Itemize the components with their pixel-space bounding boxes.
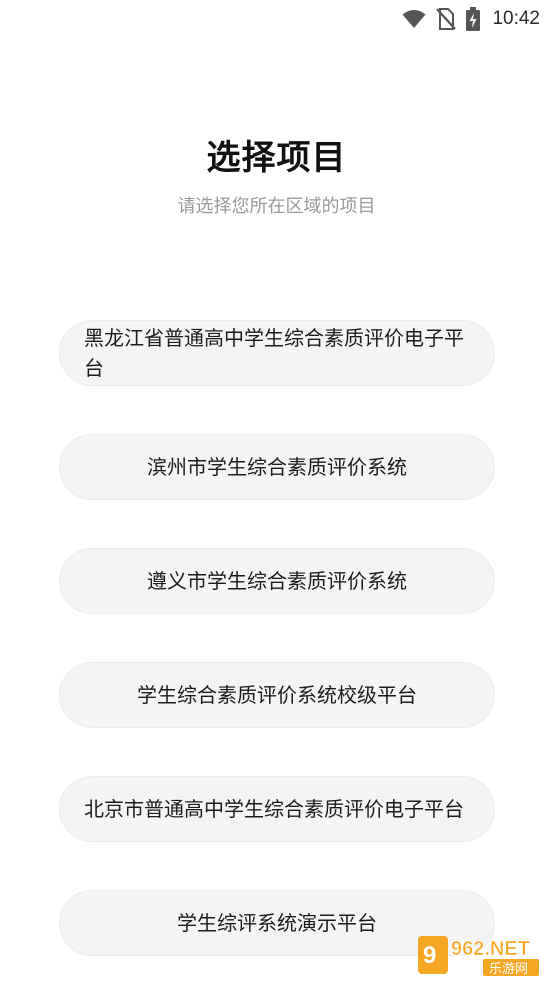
project-item-zunyi[interactable]: 遵义市学生综合素质评价系统	[59, 548, 495, 614]
watermark-logo: 9 962.NET 乐游网	[418, 936, 539, 977]
no-sim-icon	[436, 8, 457, 30]
battery-charging-icon	[466, 7, 481, 31]
project-item-heilongjiang[interactable]: 黑龙江省普通高中学生综合素质评价电子平台	[59, 320, 495, 386]
watermark-sub: 乐游网	[489, 962, 528, 977]
project-item-beijing[interactable]: 北京市普通高中学生综合素质评价电子平台	[59, 776, 495, 842]
page-subtitle: 请选择您所在区域的项目	[177, 196, 376, 217]
project-item-school-level[interactable]: 学生综合素质评价系统校级平台	[59, 662, 495, 728]
status-bar: 10:42	[0, 0, 553, 38]
page-title: 选择项目	[206, 138, 347, 178]
project-label: 学生综评系统演示平台	[177, 911, 377, 935]
project-label: 遵义市学生综合素质评价系统	[147, 569, 407, 593]
svg-text:9: 9	[423, 942, 436, 969]
wifi-icon	[402, 9, 426, 29]
status-time: 10:42	[492, 8, 540, 29]
project-label: 黑龙江省普通高中学生综合素质评价电子平台	[84, 326, 464, 380]
project-item-binzhou[interactable]: 滨州市学生综合素质评价系统	[59, 434, 495, 500]
project-label: 滨州市学生综合素质评价系统	[147, 455, 407, 479]
project-label: 学生综合素质评价系统校级平台	[137, 683, 417, 707]
watermark-brand: 962.NET	[451, 938, 530, 960]
project-label: 北京市普通高中学生综合素质评价电子平台	[84, 797, 464, 821]
